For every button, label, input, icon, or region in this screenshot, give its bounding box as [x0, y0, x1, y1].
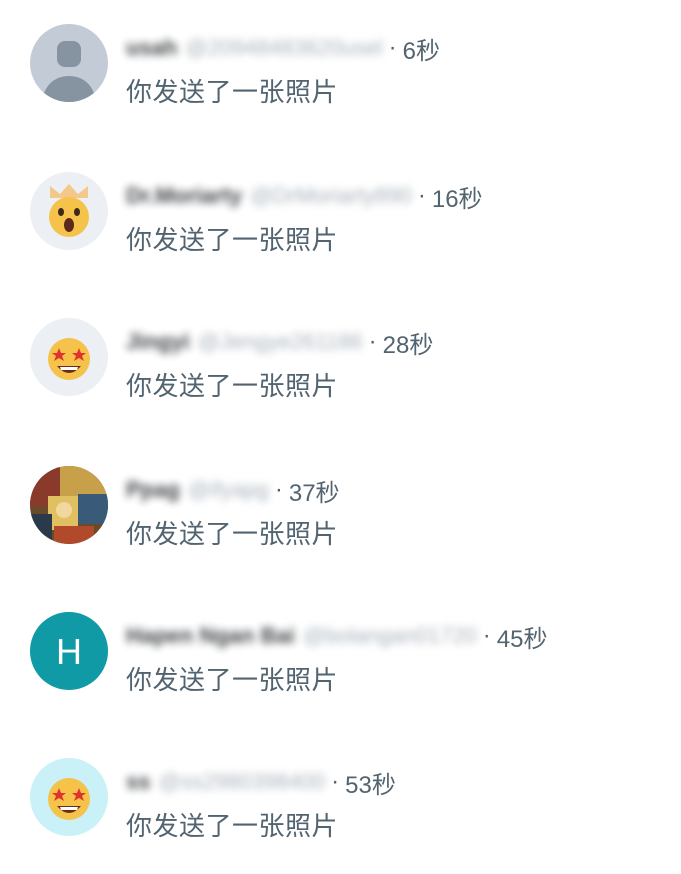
timestamp: 37秒: [288, 479, 340, 507]
separator-dot: ·: [331, 768, 340, 795]
timestamp: 53秒: [345, 771, 396, 799]
user-handle[interactable]: @ss2980398400: [158, 769, 325, 795]
notification-header: Ppag @ifyapg · 37秒: [126, 472, 340, 508]
user-display-name[interactable]: Jingyi: [126, 329, 190, 355]
notification-row[interactable]: usah @20948483620usel · 6秒 你发送了一张照片: [0, 20, 681, 140]
separator-dot: ·: [417, 182, 426, 209]
star-eyes-emoji-icon[interactable]: [30, 758, 108, 836]
notification-row[interactable]: Ppag @ifyapg · 37秒 你发送了一张照片: [0, 462, 681, 582]
user-display-name[interactable]: Hapen Ngan Bai: [126, 623, 295, 649]
user-display-name[interactable]: Ppag: [126, 477, 180, 503]
user-handle[interactable]: @bolangan01720: [303, 623, 477, 649]
message-preview: 你发送了一张照片: [126, 77, 339, 107]
default-user-icon[interactable]: [30, 24, 108, 102]
timestamp: 6秒: [402, 37, 440, 65]
user-handle[interactable]: @ifyapg: [188, 477, 269, 503]
message-preview: 你发送了一张照片: [126, 519, 339, 549]
notification-row[interactable]: ss @ss2980398400 · 53秒 你发送了一张照片: [0, 754, 681, 874]
timestamp: 16秒: [431, 185, 483, 213]
message-preview: 你发送了一张照片: [126, 371, 339, 401]
notification-row[interactable]: Jingyi @Jengye261186 · 28秒 你发送了一张照片: [0, 314, 681, 434]
separator-dot: ·: [368, 328, 377, 355]
star-eyes-emoji-icon[interactable]: [30, 318, 108, 396]
user-handle[interactable]: @20948483620usel: [185, 35, 382, 61]
notification-header: Dr.Moriarty @DrMoriarty890 · 16秒: [126, 178, 483, 214]
message-preview: 你发送了一张照片: [126, 225, 339, 255]
separator-dot: ·: [388, 34, 397, 61]
letter-h-avatar-icon[interactable]: H: [30, 612, 108, 690]
shocked-emoji-icon[interactable]: [30, 172, 108, 250]
notification-row[interactable]: H Hapen Ngan Bai @bolangan01720 · 45秒 你发…: [0, 608, 681, 728]
user-display-name[interactable]: usah: [126, 35, 177, 61]
separator-dot: ·: [482, 622, 491, 649]
avatar-letter: H: [56, 631, 82, 672]
notification-row[interactable]: Dr.Moriarty @DrMoriarty890 · 16秒 你发送了一张照…: [0, 168, 681, 288]
timestamp: 45秒: [496, 625, 548, 653]
timestamp: 28秒: [382, 331, 434, 359]
notification-list: usah @20948483620usel · 6秒 你发送了一张照片 Dr.M…: [0, 0, 681, 858]
notification-header: ss @ss2980398400 · 53秒: [126, 764, 396, 800]
separator-dot: ·: [274, 476, 283, 503]
user-display-name[interactable]: Dr.Moriarty: [126, 183, 242, 209]
photo-avatar-icon[interactable]: [30, 466, 108, 544]
user-display-name[interactable]: ss: [126, 769, 150, 795]
user-handle[interactable]: @Jengye261186: [198, 329, 363, 355]
notification-header: Jingyi @Jengye261186 · 28秒: [126, 324, 433, 360]
message-preview: 你发送了一张照片: [126, 665, 339, 695]
message-preview: 你发送了一张照片: [126, 811, 339, 841]
notification-header: usah @20948483620usel · 6秒: [126, 30, 440, 66]
user-handle[interactable]: @DrMoriarty890: [250, 183, 412, 209]
notification-header: Hapen Ngan Bai @bolangan01720 · 45秒: [126, 618, 547, 654]
